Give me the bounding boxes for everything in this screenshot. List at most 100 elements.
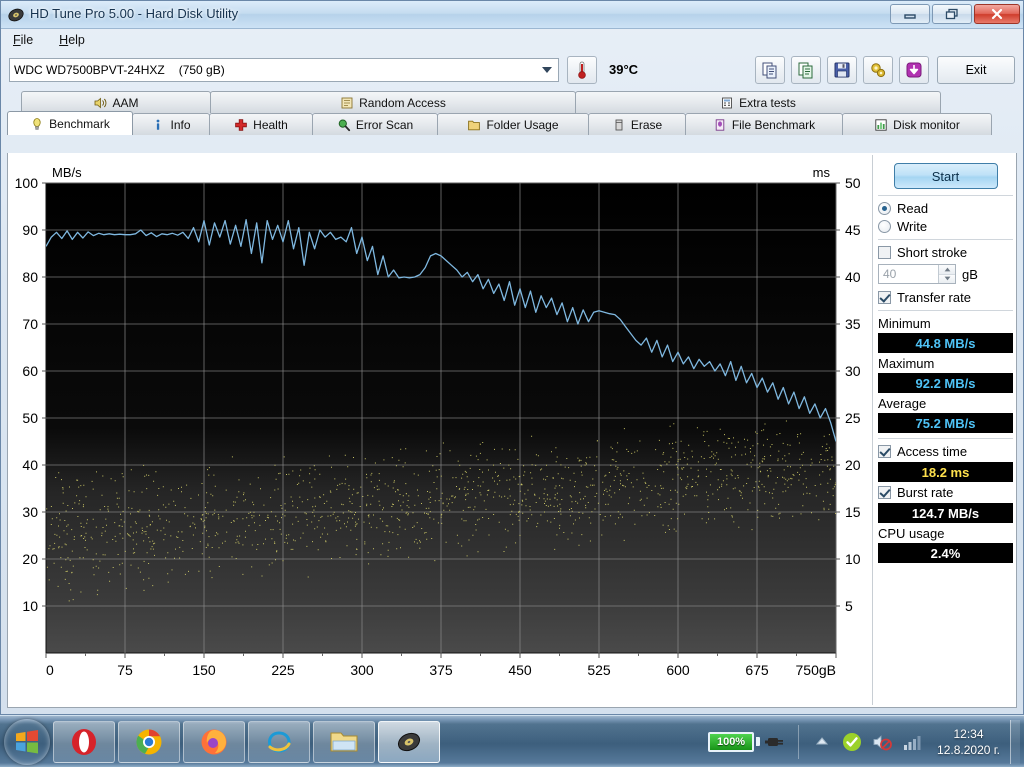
tab-disk-monitor[interactable]: Disk monitor: [842, 113, 992, 135]
menu-file-rest: ile: [20, 32, 34, 47]
taskbar-clock[interactable]: 12:34 12.8.2020 г.: [937, 726, 1000, 758]
toolbar-buttons: [755, 55, 929, 84]
access-time-label: Access time: [897, 444, 968, 459]
clock-time: 12:34: [953, 726, 984, 741]
taskbar-file-explorer[interactable]: [313, 720, 375, 763]
divider: [878, 195, 1013, 196]
volume-muted-icon[interactable]: [871, 731, 893, 753]
start-button-orb[interactable]: [4, 719, 50, 765]
taskbar-internet-explorer[interactable]: [248, 720, 310, 763]
folder-icon: [468, 120, 481, 130]
minimize-button[interactable]: [890, 4, 930, 24]
power-plug-icon[interactable]: [764, 731, 786, 753]
transfer-rate-chart: 102030405060708090100 510152025303540455…: [15, 165, 861, 678]
chevron-down-icon: [542, 66, 552, 73]
start-button[interactable]: Start: [893, 163, 998, 189]
speaker-icon: [95, 97, 107, 108]
hdtune-icon: [8, 8, 24, 22]
radio-write-label: Write: [897, 219, 928, 234]
taskbar-firefox[interactable]: [183, 720, 245, 763]
y-axis-ticks: 10 20 30 40 50 60 70 80 90 100: [15, 175, 46, 614]
svg-text:10: 10: [22, 598, 38, 614]
tab-benchmark[interactable]: Benchmark: [7, 111, 133, 135]
svg-text:50: 50: [845, 175, 861, 191]
tab-random-access[interactable]: Random Access: [210, 91, 576, 113]
drive-size: (750 gB): [178, 62, 225, 77]
battery-indicator[interactable]: 100%: [708, 731, 761, 752]
floppy-disk-icon: [834, 62, 850, 77]
taskbar-hdtune[interactable]: [378, 720, 440, 763]
svg-text:50: 50: [22, 410, 38, 426]
window-title: HD Tune Pro 5.00 - Hard Disk Utility: [30, 6, 239, 21]
svg-text:150: 150: [192, 662, 216, 678]
checkbox-access-time[interactable]: Access time: [878, 444, 1013, 459]
checkbox-short-stroke[interactable]: Short stroke: [878, 245, 1013, 260]
magnifier-icon: [338, 119, 350, 131]
menu-file[interactable]: File: [9, 32, 37, 48]
svg-text:35: 35: [845, 316, 861, 332]
tab-aam[interactable]: AAM: [21, 91, 211, 113]
tab-info[interactable]: Info: [132, 113, 210, 135]
svg-text:225: 225: [271, 662, 295, 678]
exit-button[interactable]: Exit: [937, 55, 1015, 84]
burst-rate-checkbox: [878, 486, 891, 499]
network-bars-icon[interactable]: [901, 731, 923, 753]
tab-file-benchmark[interactable]: File Benchmark: [685, 113, 843, 135]
svg-text:15: 15: [845, 504, 861, 520]
windows-logo-icon: [16, 729, 38, 753]
tray-divider: [798, 724, 800, 759]
tab-error-scan[interactable]: Error Scan: [312, 113, 438, 135]
taskbar-chrome[interactable]: [118, 720, 180, 763]
short-stroke-value: 40: [883, 267, 897, 281]
radio-read[interactable]: Read: [878, 201, 1013, 216]
menu-help[interactable]: Help: [55, 32, 89, 48]
save-button[interactable]: [827, 55, 857, 84]
x-axis-ticks: 0 75 150 225 300 375 450 525 600 675 750gB: [45, 653, 837, 678]
temperature-value: 39°C: [609, 62, 639, 77]
copy-image-button[interactable]: [791, 55, 821, 84]
taskbar-opera[interactable]: [53, 720, 115, 763]
file-benchmark-icon: [715, 118, 725, 131]
bulb-icon: [33, 117, 41, 130]
disk-monitor-icon: [875, 118, 887, 131]
maximum-label: Maximum: [878, 356, 935, 371]
radio-write-indicator: [878, 220, 891, 233]
restore-button[interactable]: [932, 4, 972, 24]
options-button[interactable]: [863, 55, 893, 84]
download-button[interactable]: [899, 55, 929, 84]
checkbox-burst-rate[interactable]: Burst rate: [878, 485, 1013, 500]
tab-folder-usage[interactable]: Folder Usage: [437, 113, 589, 135]
radio-read-label: Read: [897, 201, 929, 216]
burst-rate-value: 124.7 MB/s: [878, 503, 1013, 523]
minimum-label: Minimum: [878, 316, 931, 331]
tab-erase[interactable]: Erase: [588, 113, 686, 135]
temperature-button[interactable]: [567, 55, 597, 84]
radio-write[interactable]: Write: [878, 219, 1013, 234]
checkbox-transfer-rate[interactable]: Transfer rate: [878, 290, 1013, 305]
drive-select[interactable]: WDC WD7500BPVT-24HXZ (750 gB): [9, 57, 559, 82]
show-hidden-icons-arrow[interactable]: [811, 731, 833, 753]
svg-text:70: 70: [22, 316, 38, 332]
transfer-rate-label: Transfer rate: [897, 290, 971, 305]
chrome-icon: [136, 729, 162, 754]
tab-file-benchmark-label: File Benchmark: [731, 117, 816, 132]
copy-text-button[interactable]: [755, 55, 785, 84]
svg-text:5: 5: [845, 598, 853, 614]
tab-health-label: Health: [253, 117, 288, 132]
action-center-check-icon[interactable]: [841, 731, 863, 753]
close-button[interactable]: [974, 4, 1020, 24]
stepper-down-button[interactable]: [939, 273, 955, 283]
maximum-value: 92.2 MB/s: [878, 373, 1013, 393]
tab-extra-tests-label: Extra tests: [739, 95, 796, 110]
copy-image-icon: [798, 62, 813, 78]
tab-extra-tests[interactable]: Extra tests: [575, 91, 941, 113]
show-desktop-button[interactable]: [1010, 719, 1020, 764]
svg-text:30: 30: [845, 363, 861, 379]
battery-percent: 100%: [708, 731, 755, 752]
caret-down-icon: [944, 276, 950, 281]
stepper-up-button[interactable]: [939, 265, 955, 274]
tab-health[interactable]: Health: [209, 113, 313, 135]
short-stroke-input[interactable]: 40: [878, 264, 956, 284]
windows-taskbar: 100% 12:34 12.8.2020 г.: [0, 715, 1024, 767]
benchmark-graph: 10 20 30 40 50 60 70 80 90 100 5 10 15 20 25 30 35 40 45 5…: [8, 153, 870, 703]
